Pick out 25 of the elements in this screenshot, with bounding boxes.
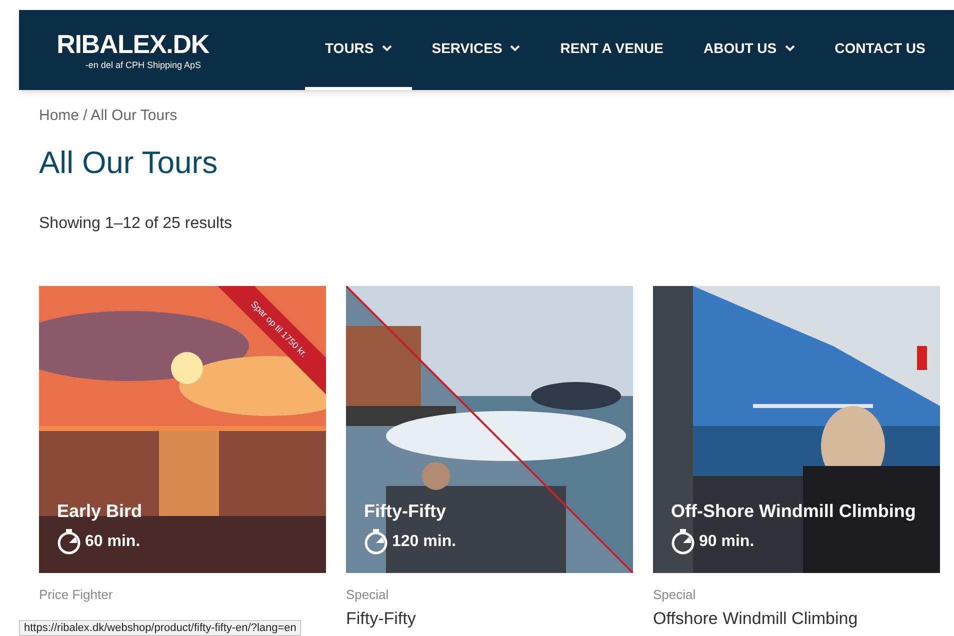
tour-category: Price Fighter — [39, 586, 114, 604]
stopwatch-icon — [364, 529, 388, 556]
tour-category: Special — [653, 586, 697, 604]
stopwatch-icon — [57, 529, 81, 556]
tour-duration: 120 min. — [392, 532, 456, 552]
logo[interactable]: RIBALEX.DK — [56, 30, 209, 56]
tour-title[interactable]: Offshore Windmill Climbing — [653, 608, 858, 629]
tour-overlay-title: Off-Shore Windmill Climbing — [671, 500, 916, 524]
tour-duration: 90 min. — [699, 532, 754, 552]
nav-link[interactable]: ABOUT US — [684, 10, 815, 90]
tour-overlay-title: Early Bird — [57, 500, 142, 524]
logo-tagline: -en del af CPH Shipping ApS — [85, 60, 201, 70]
tour-duration: 60 min. — [85, 532, 140, 552]
nav-link[interactable]: RENT A VENUE — [540, 10, 684, 90]
tour-overlay-title: Fifty-Fifty — [364, 500, 447, 524]
status-url: https://ribalex.dk/webshop/product/fifty-fifty-en/?lang=en — [19, 620, 302, 636]
page-heading: All Our Tours — [39, 144, 219, 182]
nav-link[interactable]: SERVICES — [412, 10, 540, 90]
nav-link[interactable]: TOURS — [305, 10, 412, 90]
nav-link[interactable]: CONTACT US — [814, 10, 946, 90]
tour-category: Special — [346, 586, 390, 604]
result-count: Showing 1–12 of 25 results — [39, 214, 234, 234]
breadcrumb: Home / All Our Tours — [39, 106, 178, 126]
stopwatch-icon — [671, 529, 695, 556]
tour-title[interactable]: Fifty-Fifty — [346, 608, 416, 629]
